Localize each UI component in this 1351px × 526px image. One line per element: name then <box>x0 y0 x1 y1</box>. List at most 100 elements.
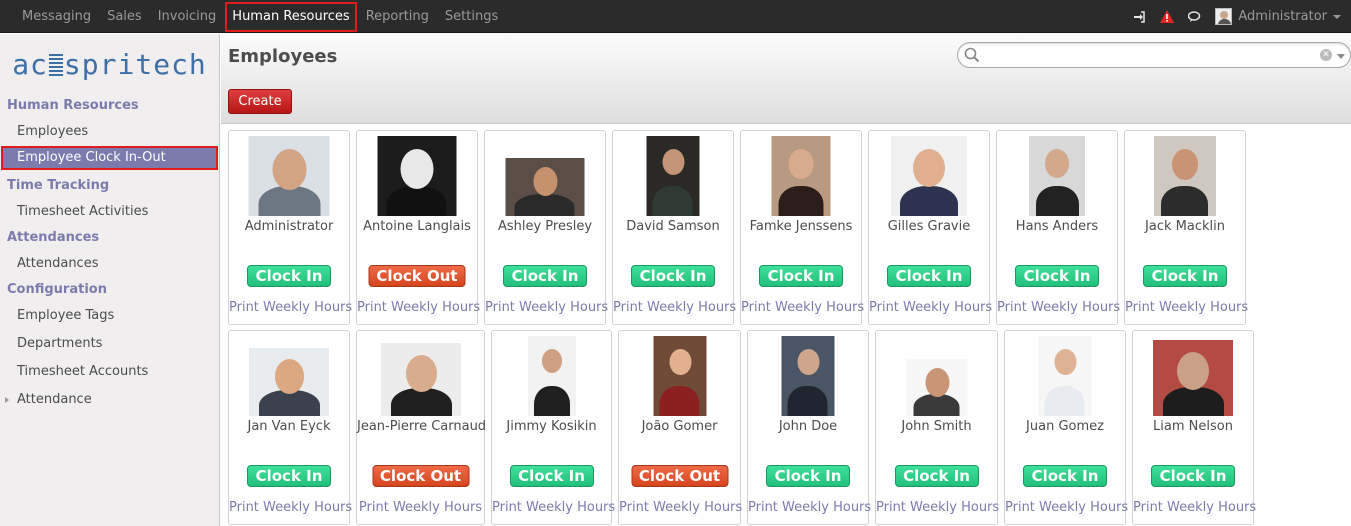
employee-card[interactable]: Administrator Clock In Print Weekly Hours <box>228 130 352 325</box>
employee-photo <box>771 136 831 216</box>
employee-card[interactable]: Famke Jenssens Clock In Print Weekly Hours <box>740 130 864 325</box>
print-weekly-hours-link[interactable]: Print Weekly Hours <box>997 300 1120 315</box>
employee-name: João Gomer <box>641 419 718 434</box>
menu-messaging[interactable]: Messaging <box>14 2 99 32</box>
clock-in-button[interactable]: Clock In <box>894 465 979 487</box>
employee-name: Ashley Presley <box>497 219 593 234</box>
print-weekly-hours-link[interactable]: Print Weekly Hours <box>1005 500 1128 515</box>
search-options-icon[interactable] <box>1337 54 1345 59</box>
print-weekly-hours-link[interactable]: Print Weekly Hours <box>741 300 864 315</box>
search-bar[interactable]: ✕ <box>957 42 1351 68</box>
employee-photo <box>1154 136 1216 216</box>
sidebar-item-employee-tags[interactable]: Employee Tags <box>0 302 219 330</box>
employee-card[interactable]: Jan Van Eyck Clock In Print Weekly Hours <box>228 330 352 525</box>
clock-in-button[interactable]: Clock In <box>887 265 971 287</box>
employee-row: Administrator Clock In Print Weekly Hours A… <box>228 130 1252 325</box>
sidebar-item-employee-clock-in-out[interactable]: Employee Clock In-Out <box>1 146 218 170</box>
employee-card[interactable]: John Doe Clock In Print Weekly Hours <box>747 330 871 525</box>
employee-photo <box>1029 136 1085 216</box>
clock-out-button[interactable]: Clock Out <box>631 465 728 487</box>
company-logo[interactable]: ac spritech <box>0 34 219 94</box>
menu-invoicing[interactable]: Invoicing <box>150 2 225 32</box>
print-weekly-hours-link[interactable]: Print Weekly Hours <box>1133 500 1256 515</box>
employee-photo <box>1038 336 1092 416</box>
employee-photo <box>891 136 967 216</box>
alert-icon[interactable] <box>1153 0 1181 33</box>
employee-card[interactable]: Jack Macklin Clock In Print Weekly Hours <box>1124 130 1248 325</box>
sidebar-item-timesheet-accounts[interactable]: Timesheet Accounts <box>0 358 219 386</box>
employee-name: Jack Macklin <box>1145 219 1225 234</box>
clock-in-button[interactable]: Clock In <box>766 465 850 487</box>
clock-in-button[interactable]: Clock In <box>631 265 715 287</box>
view-header: Employees Create ✕ <box>221 34 1351 124</box>
employee-card[interactable]: Gilles Gravie Clock In Print Weekly Hours <box>868 130 992 325</box>
employee-card[interactable]: David Samson Clock In Print Weekly Hours <box>612 130 736 325</box>
print-weekly-hours-link[interactable]: Print Weekly Hours <box>229 300 352 315</box>
employee-card[interactable]: Hans Anders Clock In Print Weekly Hours <box>996 130 1120 325</box>
print-weekly-hours-link[interactable]: Print Weekly Hours <box>485 300 608 315</box>
search-icon <box>964 47 980 67</box>
menu-human-resources[interactable]: Human Resources <box>225 1 357 32</box>
sidebar-item-timesheet-activities[interactable]: Timesheet Activities <box>0 198 219 226</box>
page-title: Employees <box>228 46 338 67</box>
clock-in-button[interactable]: Clock In <box>503 265 587 287</box>
employee-card[interactable]: Liam Nelson Clock In Print Weekly Hours <box>1132 330 1256 525</box>
clear-icon[interactable]: ✕ <box>1320 49 1332 61</box>
sign-in-icon[interactable] <box>1125 0 1153 33</box>
employee-name: David Samson <box>626 219 720 234</box>
sidebar-item-departments[interactable]: Departments <box>0 330 219 358</box>
employee-card[interactable]: Jean-Pierre Carnaud Clock Out Print Weekly… <box>356 330 487 525</box>
print-weekly-hours-link[interactable]: Print Weekly Hours <box>748 500 871 515</box>
print-weekly-hours-link[interactable]: Print Weekly Hours <box>1125 300 1248 315</box>
user-menu[interactable]: Administrator <box>1215 8 1341 25</box>
employee-photo <box>527 336 576 416</box>
employee-card[interactable]: Juan Gomez Clock In Print Weekly Hours <box>1004 330 1128 525</box>
clock-in-button[interactable]: Clock In <box>759 265 843 287</box>
employee-photo <box>646 136 700 216</box>
sidebar-item-attendances[interactable]: Attendances <box>0 250 219 278</box>
print-weekly-hours-link[interactable]: Print Weekly Hours <box>876 500 999 515</box>
employee-photo <box>249 348 329 416</box>
employee-card[interactable]: João Gomer Clock Out Print Weekly Hours <box>618 330 742 525</box>
employee-photo <box>377 136 457 216</box>
clock-out-button[interactable]: Clock Out <box>372 465 469 487</box>
sidebar-item-employees[interactable]: Employees <box>0 118 219 146</box>
employee-row: Jan Van Eyck Clock In Print Weekly Hours Je… <box>228 330 1260 525</box>
print-weekly-hours-link[interactable]: Print Weekly Hours <box>229 500 352 515</box>
employee-card[interactable]: Antoine Langlais Clock Out Print Weekly Ho… <box>356 130 480 325</box>
clock-in-button[interactable]: Clock In <box>509 465 594 487</box>
print-weekly-hours-link[interactable]: Print Weekly Hours <box>613 300 736 315</box>
clock-in-button[interactable]: Clock In <box>247 465 331 487</box>
clock-in-button[interactable]: Clock In <box>247 265 331 287</box>
chat-icon[interactable] <box>1181 0 1209 33</box>
employee-name: Juan Gomez <box>1026 419 1104 434</box>
employee-card[interactable]: John Smith Clock In Print Weekly Hours <box>875 330 999 525</box>
section-configuration: Configuration <box>7 282 107 297</box>
expand-arrow-icon <box>5 397 9 403</box>
logo-text: ac spritech <box>12 47 207 81</box>
clock-in-button[interactable]: Clock In <box>1151 465 1235 487</box>
employee-photo <box>505 158 585 216</box>
print-weekly-hours-link[interactable]: Print Weekly Hours <box>357 300 480 315</box>
employee-card[interactable]: Ashley Presley Clock In Print Weekly Hours <box>484 130 608 325</box>
menu-settings[interactable]: Settings <box>437 2 506 32</box>
clock-in-button[interactable]: Clock In <box>1143 265 1227 287</box>
sidebar-item-attendance[interactable]: Attendance <box>0 386 219 414</box>
sidebar-item-label: Attendance <box>17 392 92 407</box>
employee-card[interactable]: Jimmy Kosikin Clock In Print Weekly Hours <box>491 330 615 525</box>
create-button[interactable]: Create <box>228 89 292 114</box>
print-weekly-hours-link[interactable]: Print Weekly Hours <box>869 300 992 315</box>
employee-photo <box>906 359 967 416</box>
clock-in-button[interactable]: Clock In <box>1015 265 1099 287</box>
print-weekly-hours-link[interactable]: Print Weekly Hours <box>492 500 615 515</box>
main-content: Employees Create ✕ Administrator Clock In… <box>221 34 1351 526</box>
employee-name: Famke Jenssens <box>749 219 853 234</box>
print-weekly-hours-link[interactable]: Print Weekly Hours <box>357 500 484 515</box>
print-weekly-hours-link[interactable]: Print Weekly Hours <box>619 500 742 515</box>
menu-reporting[interactable]: Reporting <box>358 2 437 32</box>
employee-name: Jan Van Eyck <box>247 419 331 434</box>
employee-name: Jean-Pierre Carnaud <box>357 419 487 434</box>
clock-in-button[interactable]: Clock In <box>1023 465 1107 487</box>
clock-out-button[interactable]: Clock Out <box>368 265 466 287</box>
menu-sales[interactable]: Sales <box>99 2 150 32</box>
